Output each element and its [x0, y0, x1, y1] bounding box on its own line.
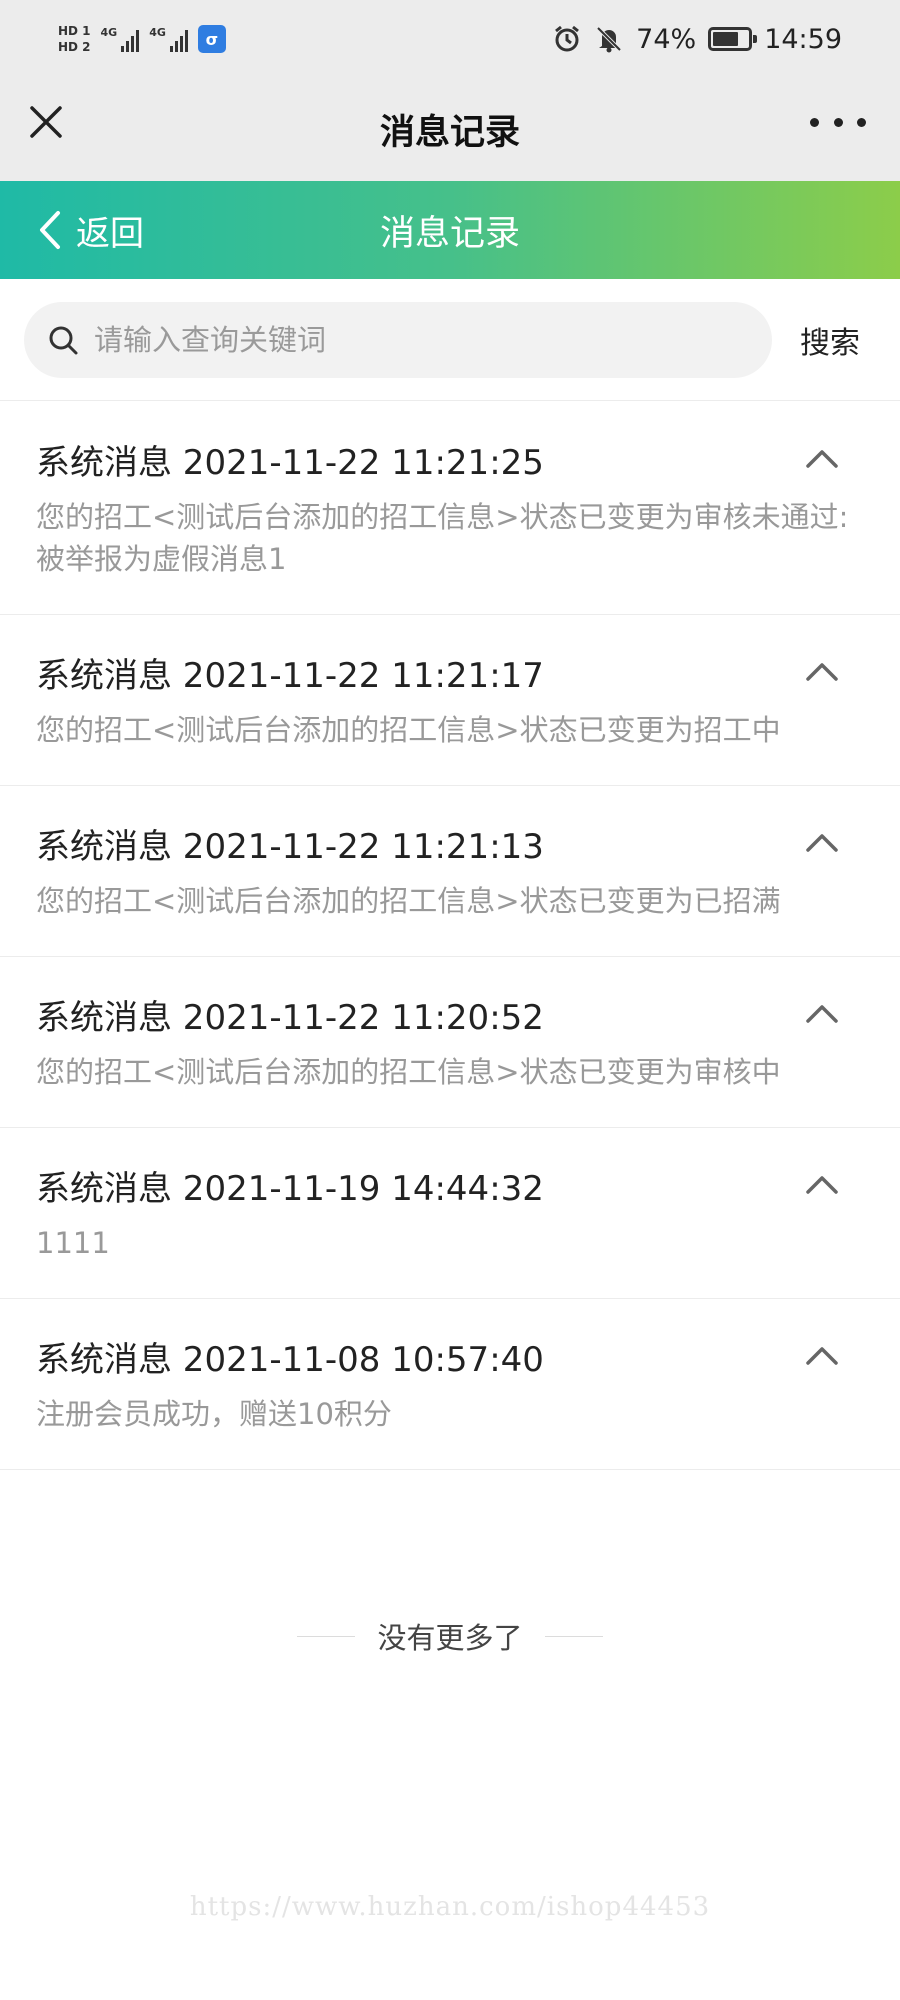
hd1-indicator: HD 1: [58, 23, 91, 38]
more-options-button[interactable]: [810, 104, 866, 140]
miniprogram-header: 消息记录: [0, 78, 900, 181]
message-list: 系统消息 2021-11-22 11:21:25 您的招工<测试后台添加的招工信…: [0, 402, 900, 1470]
message-body: 您的招工<测试后台添加的招工信息>状态已变更为审核未通过:被举报为虚假消息1: [36, 500, 849, 576]
chevron-up-icon[interactable]: [802, 439, 842, 479]
search-bar: 搜索: [0, 279, 900, 401]
message-item[interactable]: 系统消息 2021-11-22 11:21:13 您的招工<测试后台添加的招工信…: [0, 786, 900, 957]
more-dot-icon: [857, 117, 866, 127]
signal-bar: [174, 41, 178, 52]
back-button[interactable]: 返回: [36, 203, 144, 257]
chevron-up-icon[interactable]: [802, 823, 842, 863]
message-item[interactable]: 系统消息 2021-11-08 10:57:40 注册会员成功，赠送10积分: [0, 1299, 900, 1470]
net1-label: 4G: [100, 26, 118, 39]
app-badge-glyph: σ: [205, 29, 219, 49]
signal-bar: [184, 30, 188, 52]
divider: [544, 1635, 603, 1637]
more-dot-icon: [833, 117, 843, 127]
battery-percent: 74%: [636, 23, 697, 55]
chevron-up-icon[interactable]: [802, 652, 842, 692]
message-title: 系统消息 2021-11-22 11:21:25: [36, 442, 544, 483]
signal-1-icon: 4G: [101, 26, 140, 52]
message-body: 您的招工<测试后台添加的招工信息>状态已变更为审核中: [36, 1055, 781, 1089]
signal-bar: [121, 46, 125, 52]
signal-2-icon: 4G: [149, 26, 188, 52]
message-header: 系统消息 2021-11-08 10:57:40: [36, 1333, 864, 1380]
message-title: 系统消息 2021-11-22 11:20:52: [36, 997, 544, 1038]
signal-bar: [169, 46, 173, 52]
chevron-left-icon: [40, 211, 60, 249]
message-item[interactable]: 系统消息 2021-11-19 14:44:32 1111: [0, 1128, 900, 1299]
signal-bar: [179, 36, 183, 52]
chevron-up-icon[interactable]: [802, 994, 842, 1034]
divider: [297, 1635, 356, 1637]
message-header: 系统消息 2021-11-22 11:20:52: [36, 991, 864, 1038]
search-icon: [49, 326, 78, 354]
message-item[interactable]: 系统消息 2021-11-22 11:20:52 您的招工<测试后台添加的招工信…: [0, 957, 900, 1128]
more-dot-icon: [810, 117, 819, 127]
app-notification-icon: σ: [197, 25, 226, 53]
status-left: HD 1 HD 2 4G 4G σ: [58, 23, 226, 54]
hd1-label: HD 1: [58, 23, 91, 38]
message-header: 系统消息 2021-11-19 14:44:32: [36, 1162, 864, 1209]
status-bar: HD 1 HD 2 4G 4G σ 74% 14:59: [0, 0, 900, 78]
chevron-up-icon[interactable]: [802, 1336, 842, 1376]
search-button[interactable]: 搜索: [800, 318, 860, 362]
header-title: 消息记录: [379, 113, 520, 153]
message-body: 您的招工<测试后台添加的招工信息>状态已变更为已招满: [36, 884, 781, 918]
hd2-label: HD 2: [58, 39, 91, 54]
message-body: 注册会员成功，赠送10积分: [36, 1397, 392, 1431]
search-input[interactable]: [94, 322, 734, 357]
message-item[interactable]: 系统消息 2021-11-22 11:21:17 您的招工<测试后台添加的招工信…: [0, 615, 900, 786]
nav-bar: 返回 消息记录: [0, 181, 900, 279]
status-right: 74% 14:59: [552, 24, 842, 55]
chevron-up-icon[interactable]: [802, 1165, 842, 1205]
battery-icon: [708, 27, 758, 51]
signal-bar: [131, 36, 135, 52]
watermark: https://www.huzhan.com/ishop44453: [189, 1892, 711, 1922]
search-box[interactable]: [24, 301, 772, 378]
message-header: 系统消息 2021-11-22 11:21:13: [36, 820, 864, 867]
back-label: 返回: [76, 213, 144, 254]
screen: HD 1 HD 2 4G 4G σ 74% 14:59 消息记录 返回 消息记录…: [0, 0, 900, 2000]
nav-title: 消息记录: [379, 213, 520, 254]
message-title: 系统消息 2021-11-19 14:44:32: [36, 1168, 544, 1209]
message-body: 您的招工<测试后台添加的招工信息>状态已变更为招工中: [36, 713, 781, 747]
mute-bell-icon: [594, 24, 624, 54]
message-header: 系统消息 2021-11-22 11:21:17: [36, 649, 864, 696]
close-icon: [30, 106, 62, 138]
message-item[interactable]: 系统消息 2021-11-22 11:21:25 您的招工<测试后台添加的招工信…: [0, 402, 900, 615]
close-button[interactable]: [24, 100, 68, 144]
signal-bar: [136, 30, 140, 52]
message-title: 系统消息 2021-11-08 10:57:40: [36, 1339, 544, 1380]
signal-bar: [126, 41, 130, 52]
no-more-indicator: 没有更多了: [0, 1616, 900, 1656]
alarm-icon: [552, 24, 582, 54]
net2-label: 4G: [149, 26, 166, 39]
message-body: 1111: [36, 1226, 110, 1260]
hd-indicators: HD 1 HD 2: [58, 23, 91, 54]
message-title: 系统消息 2021-11-22 11:21:13: [36, 826, 544, 867]
no-more-text: 没有更多了: [377, 1621, 523, 1655]
clock: 14:59: [764, 23, 842, 55]
hd2-indicator: HD 2: [58, 39, 91, 54]
message-title: 系统消息 2021-11-22 11:21:17: [36, 655, 544, 696]
message-header: 系统消息 2021-11-22 11:21:25: [36, 436, 864, 483]
battery-fill: [713, 32, 739, 46]
